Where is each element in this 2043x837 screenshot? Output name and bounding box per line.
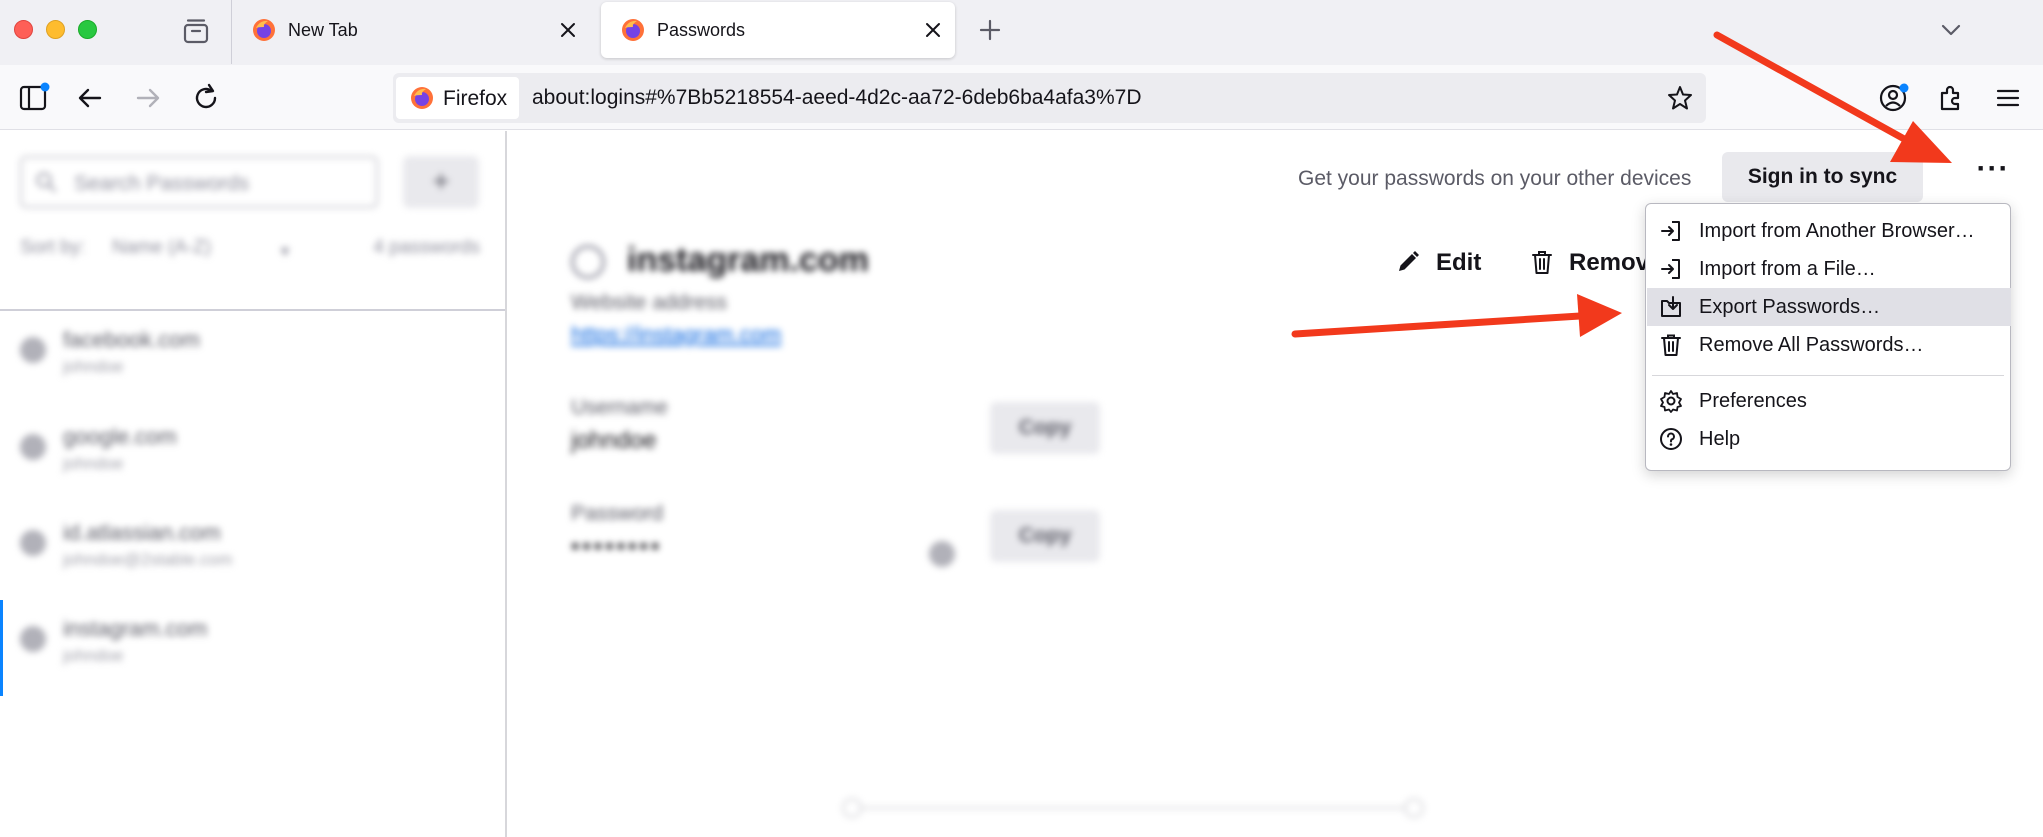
sort-select[interactable]: Name (A-Z) — [112, 237, 211, 259]
login-username: johndoe — [63, 646, 124, 665]
globe-icon — [20, 337, 46, 363]
login-list-item-selected[interactable]: instagram.com johndoe — [0, 600, 505, 696]
menu-item-remove-all[interactable]: Remove All Passwords… — [1647, 326, 2011, 364]
login-origin: facebook.com — [63, 327, 200, 352]
edit-label: Edit — [1436, 249, 1482, 276]
tab-title: Passwords — [657, 20, 746, 40]
password-label: Password — [571, 502, 664, 525]
reveal-password-eye-icon[interactable] — [929, 541, 955, 567]
website-address-label: Website address — [571, 291, 728, 314]
menu-item-export-passwords[interactable]: Export Passwords… — [1647, 288, 2011, 326]
sidebar-toggle-icon[interactable] — [18, 82, 50, 114]
globe-icon — [20, 434, 46, 460]
tab-passwords[interactable]: Passwords — [601, 2, 955, 58]
timeline-line — [852, 807, 1414, 809]
menu-item-label: Remove All Passwords… — [1699, 334, 1924, 356]
hamburger-menu-icon[interactable] — [1992, 82, 2024, 114]
globe-icon — [20, 530, 46, 556]
login-origin: instagram.com — [63, 616, 208, 641]
timeline-dot — [842, 798, 862, 818]
login-origin: id.atlassian.com — [63, 520, 221, 545]
account-icon[interactable] — [1878, 82, 1910, 114]
login-origin: google.com — [63, 424, 177, 449]
login-username: johndoe — [63, 454, 124, 473]
timeline-dot — [1404, 798, 1424, 818]
navigation-toolbar: Firefox about:logins#%7Bb5218554-aeed-4d… — [0, 65, 2043, 130]
remove-button[interactable]: Remove — [1530, 234, 1660, 290]
menu-separator — [1652, 375, 2004, 376]
sign-in-to-sync-button[interactable]: Sign in to sync — [1722, 152, 1923, 202]
password-value: •••••••• — [571, 533, 663, 560]
more-options-button[interactable]: ··· — [1962, 152, 2024, 202]
menu-item-import-file[interactable]: Import from a File… — [1647, 250, 2011, 288]
tab-strip: New Tab Passwords — [0, 0, 2043, 65]
copy-username-button[interactable]: Copy — [990, 402, 1100, 454]
identity-label: Firefox — [443, 87, 508, 110]
menu-item-label: Export Passwords… — [1699, 296, 1881, 318]
firefox-logo-icon — [411, 87, 433, 109]
trash-icon — [1532, 251, 1552, 274]
username-value: johndoe — [571, 427, 657, 454]
minimize-window-button[interactable] — [46, 20, 65, 39]
trash-icon — [1661, 334, 1681, 356]
menu-item-label: Import from Another Browser… — [1699, 220, 1975, 242]
identity-box[interactable]: Firefox — [396, 77, 519, 119]
import-icon — [1661, 259, 1680, 279]
more-options-menu: Import from Another Browser… Import from… — [1645, 203, 2011, 471]
sync-promo-text: Get your passwords on your other devices — [1298, 167, 1692, 190]
menu-item-import-browser[interactable]: Import from Another Browser… — [1647, 212, 2011, 250]
new-tab-plus-icon[interactable] — [975, 15, 1005, 45]
username-label: Username — [571, 396, 668, 419]
close-tab-icon[interactable] — [921, 18, 945, 42]
tab-new-tab[interactable]: New Tab — [232, 0, 590, 60]
menu-item-label: Help — [1699, 428, 1741, 450]
firefox-favicon-icon — [622, 19, 644, 41]
list-all-tabs-chevron-icon[interactable] — [1936, 15, 1966, 45]
firefox-view-icon[interactable] — [181, 17, 211, 45]
login-list-item[interactable]: facebook.com johndoe — [0, 311, 505, 407]
back-arrow-icon[interactable] — [74, 82, 106, 114]
help-icon — [1660, 428, 1682, 450]
login-detail-title: instagram.com — [627, 241, 869, 279]
zoom-window-button[interactable] — [78, 20, 97, 39]
search-icon — [36, 172, 56, 192]
menu-item-help[interactable]: Help — [1647, 420, 2011, 458]
website-address-link[interactable]: https://instagram.com — [571, 322, 781, 348]
export-icon — [1661, 296, 1681, 317]
copy-password-button[interactable]: Copy — [990, 510, 1100, 562]
reload-icon[interactable] — [190, 82, 222, 114]
globe-icon — [571, 245, 605, 279]
import-icon — [1661, 221, 1680, 241]
sort-chevron-icon: ▼ — [278, 243, 292, 259]
create-login-button[interactable]: + — [403, 156, 479, 208]
gear-icon — [1660, 390, 1682, 413]
menu-item-preferences[interactable]: Preferences — [1647, 382, 2011, 420]
login-username: johndoe — [63, 357, 124, 376]
login-username: johndoe@2stable.com — [63, 550, 233, 569]
login-list-item[interactable]: google.com johndoe — [0, 408, 505, 504]
menu-item-label: Import from a File… — [1699, 258, 1876, 280]
menu-item-label: Preferences — [1699, 390, 1807, 412]
url-bar[interactable]: Firefox about:logins#%7Bb5218554-aeed-4d… — [393, 73, 1706, 123]
bookmark-star-icon[interactable] — [1666, 84, 1694, 112]
tab-title: New Tab — [288, 20, 358, 40]
logins-sidebar: Search Passwords + Sort by: Name (A-Z) ▼… — [0, 131, 507, 837]
globe-icon — [20, 626, 46, 652]
passwords-count: 4 passwords — [373, 237, 480, 258]
firefox-favicon-icon — [253, 19, 275, 41]
search-passwords-input[interactable]: Search Passwords — [20, 156, 378, 208]
search-placeholder: Search Passwords — [74, 172, 250, 195]
sort-label: Sort by: — [20, 237, 86, 258]
login-list-item[interactable]: id.atlassian.com johndoe@2stable.com — [0, 504, 505, 600]
close-tab-icon[interactable] — [556, 18, 580, 42]
extensions-puzzle-icon[interactable] — [1935, 82, 1967, 114]
forward-arrow-icon[interactable] — [132, 82, 164, 114]
close-window-button[interactable] — [14, 20, 33, 39]
pencil-icon — [1399, 251, 1419, 271]
url-text[interactable]: about:logins#%7Bb5218554-aeed-4d2c-aa72-… — [532, 86, 1142, 110]
